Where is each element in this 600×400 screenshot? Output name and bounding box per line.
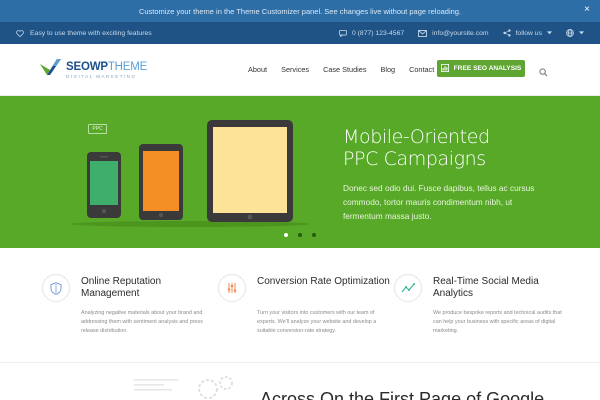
hero-description: Donec sed odio dui. Fusce dapibus, tellu…	[343, 183, 535, 221]
hero-title-line-2: PPC Campaigns	[343, 148, 486, 170]
slider-dot-2[interactable]	[298, 233, 302, 237]
email-address: info@yoursite.com	[432, 29, 489, 37]
feature-text: We produce bespoke reports and technical…	[433, 310, 562, 334]
phone-number: 0 (877) 123-4567	[352, 29, 405, 37]
chevron-down-icon	[579, 31, 584, 35]
nav-item-about[interactable]: About	[248, 65, 267, 74]
heart-icon	[16, 29, 24, 37]
share-icon	[502, 29, 511, 37]
feature-title: Real-Time Social Media Analytics	[433, 276, 539, 299]
nav-item-contact[interactable]: Contact	[409, 65, 434, 74]
chevron-down-icon	[547, 31, 552, 35]
feature-title: Conversion Rate Optimization	[257, 276, 390, 287]
topbar-phone[interactable]: 0 (877) 123-4567	[339, 29, 405, 37]
hero-slider: PPC Mobile-Oriented PPC Campaigns Donec …	[0, 96, 600, 248]
slider-dot-3[interactable]	[312, 233, 316, 237]
line-chart-icon	[394, 274, 422, 302]
logo-text-theme: THEME	[107, 60, 148, 73]
follow-us-label: follow us	[515, 29, 542, 37]
slider-pagination	[284, 233, 316, 237]
chat-icon	[339, 29, 347, 37]
features-section: Online Reputation Management Analyzing n…	[0, 248, 600, 358]
customizer-message: Customize your theme in the Theme Custom…	[138, 6, 462, 16]
hero-title-line-1: Mobile-Oriented	[343, 126, 490, 148]
bar-chart-icon	[440, 63, 449, 74]
language-dropdown[interactable]	[566, 29, 584, 37]
mail-icon	[418, 29, 428, 37]
top-info-bar: Easy to use theme with exciting features…	[0, 22, 600, 44]
feature-text: Analyzing negative materials about your …	[81, 310, 203, 334]
logo-text-wp: WP	[89, 60, 108, 73]
site-header: SEOWPTHEME DIGITAL MARKETING About Servi…	[0, 44, 600, 96]
feature-text: Turn your visitors into customers with o…	[257, 310, 377, 334]
gears-illustration	[134, 376, 233, 399]
topbar-email[interactable]: info@yoursite.com	[418, 29, 489, 37]
devices-illustration	[70, 120, 310, 227]
topbar-tagline: Easy to use theme with exciting features	[30, 29, 152, 37]
hero-title: Mobile-Oriented PPC Campaigns	[343, 126, 490, 170]
logo-subtitle: DIGITAL MARKETING	[66, 73, 137, 79]
cta-label: FREE SEO ANALYSIS	[453, 65, 522, 72]
search-icon[interactable]	[539, 64, 548, 82]
nav-item-case-studies[interactable]: Case Studies	[323, 65, 366, 74]
free-seo-analysis-button[interactable]: FREE SEO ANALYSIS	[437, 60, 525, 77]
site-logo[interactable]: SEOWPTHEME DIGITAL MARKETING	[40, 58, 147, 81]
main-navigation: About Services Case Studies Blog Contact	[248, 65, 434, 74]
sliders-icon	[218, 274, 246, 302]
globe-icon	[566, 29, 574, 37]
customizer-notice-bar: Customize your theme in the Theme Custom…	[0, 0, 600, 22]
logo-mark-icon	[40, 58, 62, 81]
slider-dot-1[interactable]	[284, 233, 288, 237]
logo-text-seo: SEO	[66, 60, 90, 73]
bottom-section: Across On the First Page of Google	[0, 362, 600, 400]
section-heading: Across On the First Page of Google	[260, 389, 545, 400]
shield-icon	[42, 274, 70, 302]
close-icon[interactable]: ×	[584, 4, 590, 16]
follow-us-dropdown[interactable]: follow us	[502, 29, 552, 37]
nav-item-blog[interactable]: Blog	[380, 65, 395, 74]
nav-item-services[interactable]: Services	[281, 65, 309, 74]
feature-title: Online Reputation Management	[81, 276, 162, 299]
